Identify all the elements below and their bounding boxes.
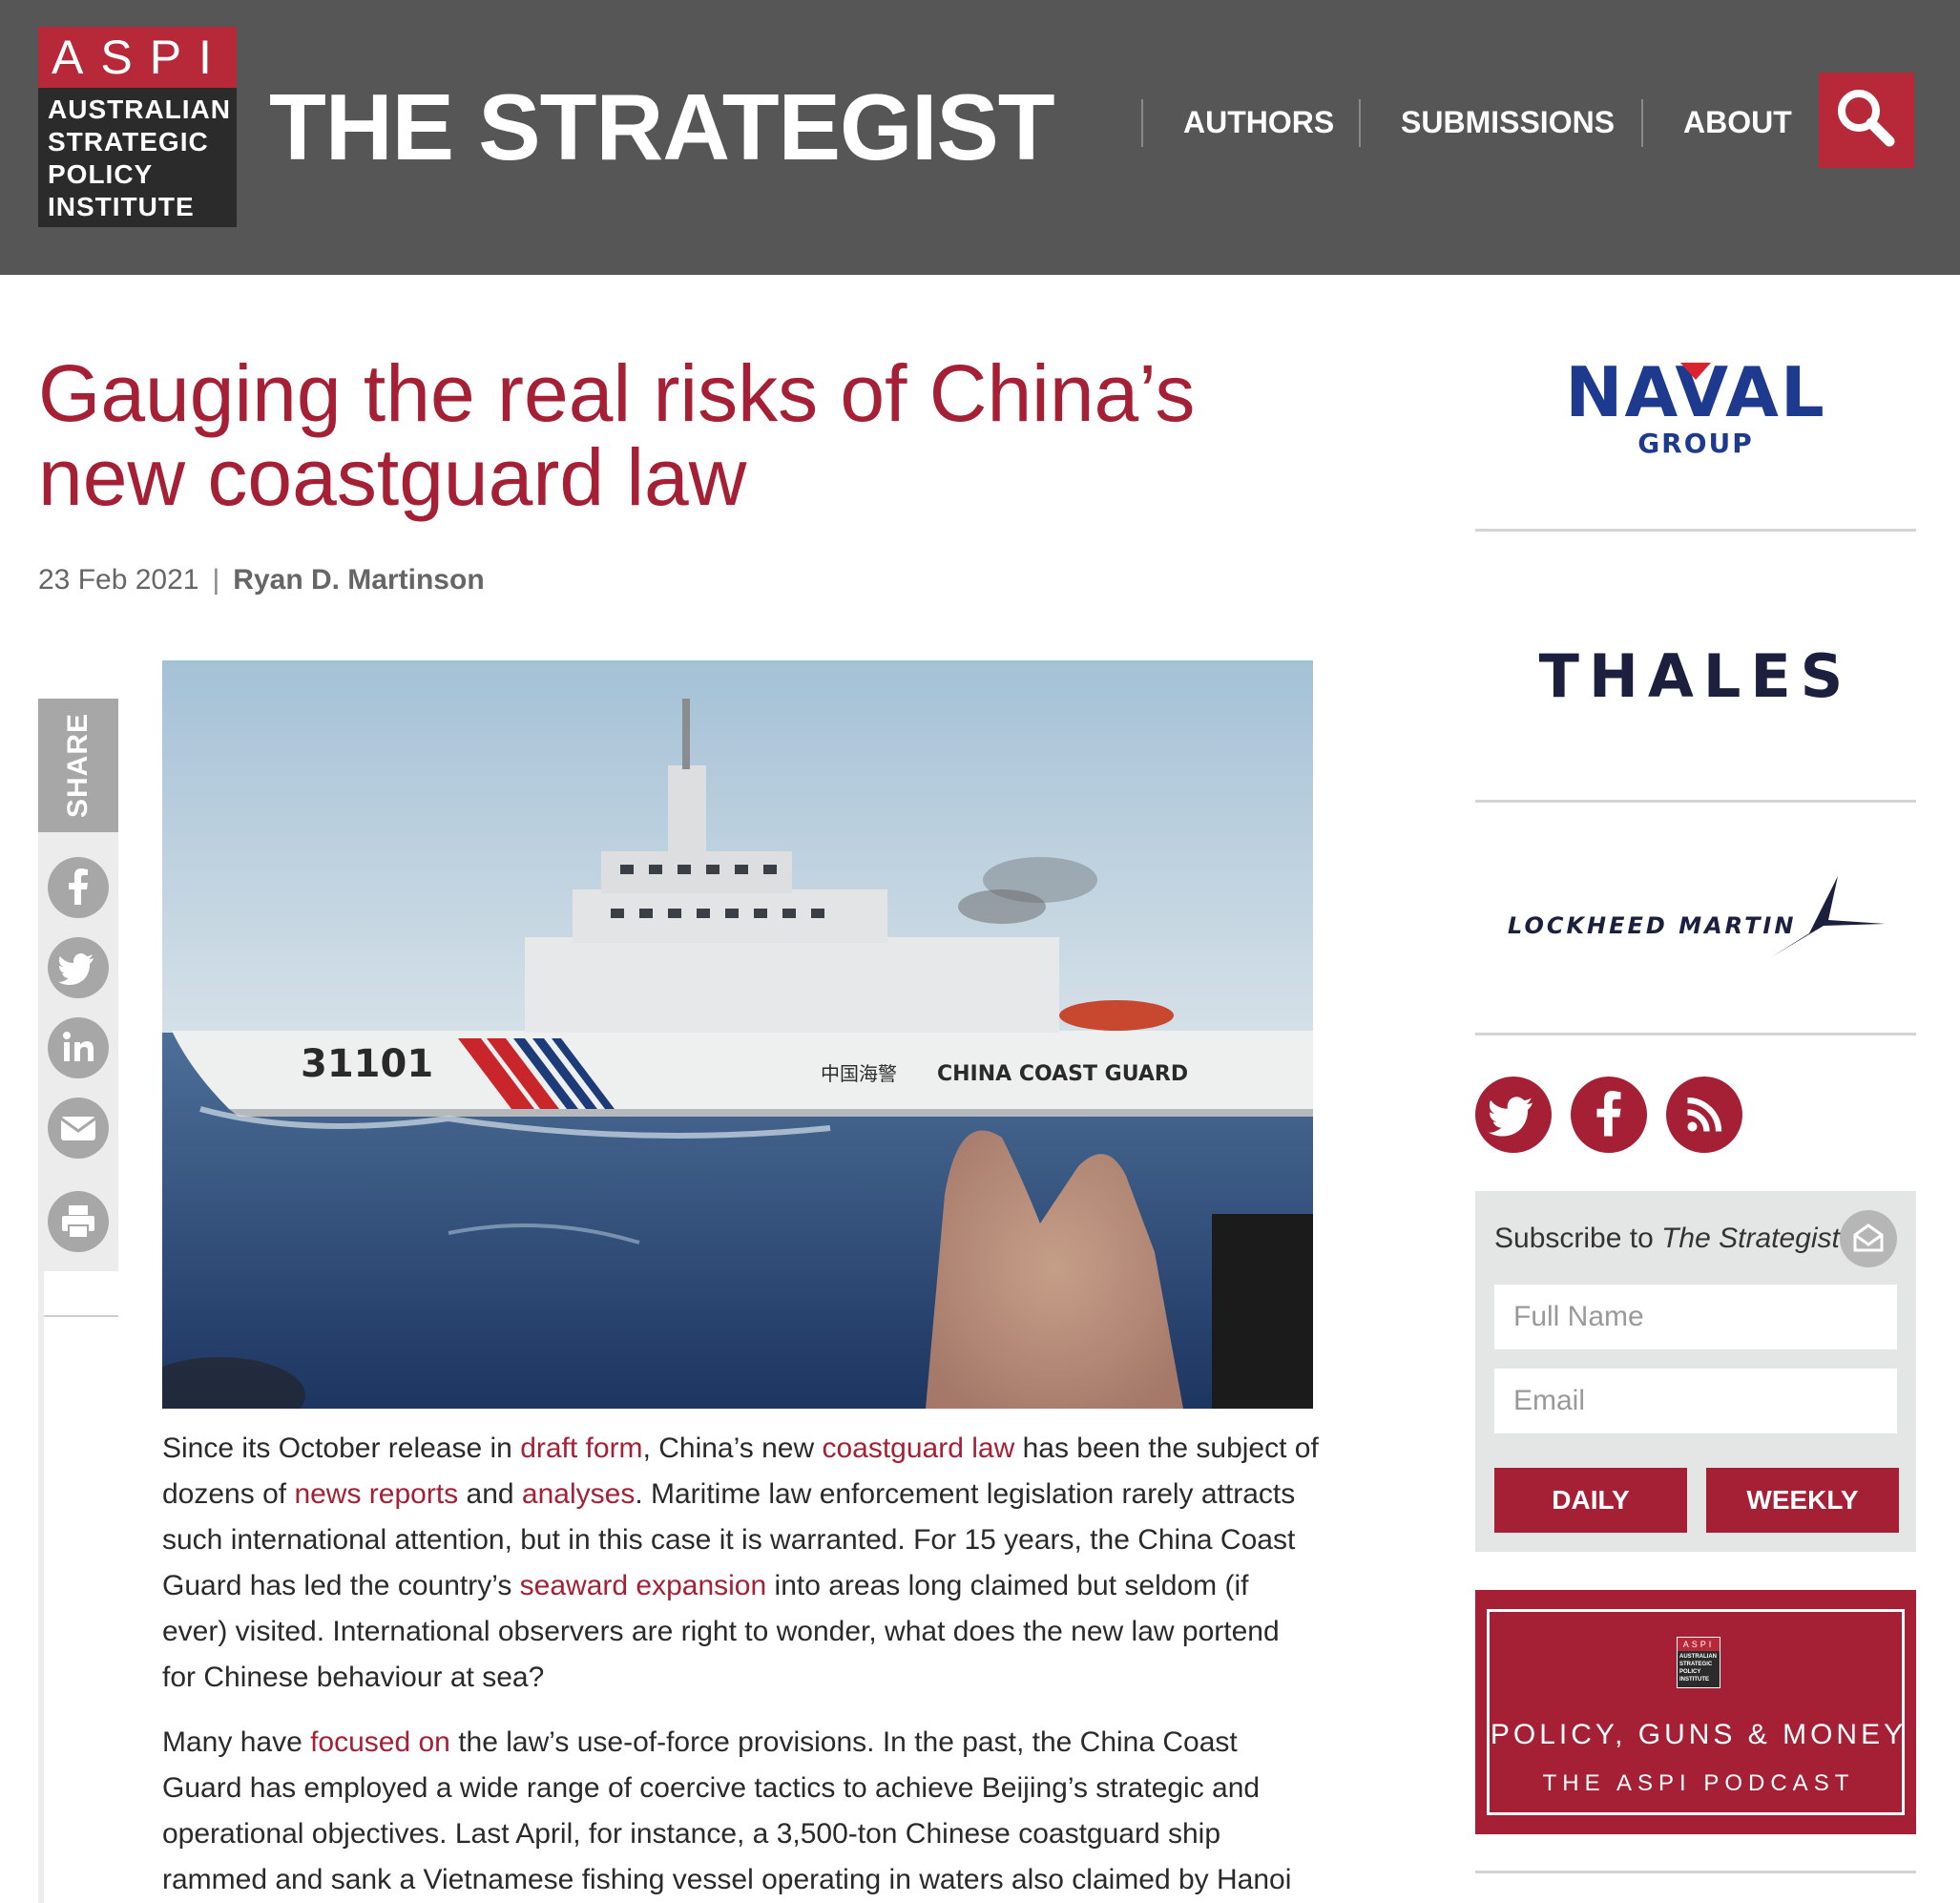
twitter-icon xyxy=(57,953,94,985)
follow-facebook-button[interactable] xyxy=(1571,1077,1647,1153)
nav-authors[interactable]: AUTHORS xyxy=(1183,103,1334,141)
share-facebook-button[interactable] xyxy=(48,857,109,918)
twitter-icon xyxy=(1487,1097,1533,1137)
subscribe-title: Subscribe to The Strategist xyxy=(1494,1223,1840,1254)
facebook-icon xyxy=(1596,1091,1621,1137)
article-author[interactable]: Ryan D. Martinson xyxy=(233,564,484,596)
hull-name-text: CHINA COAST GUARD xyxy=(937,1062,1188,1086)
svg-text:THALES: THALES xyxy=(1539,641,1853,711)
email-input[interactable] xyxy=(1494,1369,1897,1433)
subscribe-daily-button[interactable]: DAILY xyxy=(1494,1468,1687,1533)
sidebar-divider xyxy=(1475,1033,1916,1035)
full-name-input[interactable] xyxy=(1494,1285,1897,1349)
hull-chinese-text: 中国海警 xyxy=(821,1062,897,1085)
rss-icon xyxy=(1687,1097,1722,1132)
email-icon xyxy=(60,1117,96,1140)
svg-text:LOCKHEED MARTIN: LOCKHEED MARTIN xyxy=(1508,912,1796,939)
aspi-logo-wordmark: ASPI xyxy=(38,27,237,88)
nav-divider xyxy=(1641,99,1643,147)
share-email-button[interactable] xyxy=(48,1098,109,1159)
subscribe-box: Subscribe to The Strategist DAILY WEEKLY xyxy=(1475,1191,1916,1552)
ad-lockheed-martin[interactable]: LOCKHEED MARTIN xyxy=(1475,867,1916,972)
nav-divider xyxy=(1359,99,1361,147)
share-divider xyxy=(38,1315,118,1317)
lockheed-martin-logo: LOCKHEED MARTIN xyxy=(1508,876,1886,957)
aspi-logo[interactable]: ASPI AUSTRALIAN STRATEGIC POLICY INSTITU… xyxy=(38,27,237,227)
podcast-title: POLICY, GUNS & MONEY xyxy=(1490,1719,1908,1750)
podcast-frame: ASPI AUSTRALIAN STRATEGIC POLICY INSTITU… xyxy=(1487,1609,1905,1815)
rss-feed-button[interactable] xyxy=(1666,1077,1742,1153)
follow-twitter-button[interactable] xyxy=(1475,1077,1552,1153)
facebook-icon xyxy=(69,868,88,905)
ad-thales[interactable]: THALES xyxy=(1475,628,1916,723)
sidebar-social xyxy=(1475,1077,1916,1153)
sidebar-divider xyxy=(1475,1871,1916,1873)
ad-naval-group[interactable]: NAVAL GROUP xyxy=(1475,351,1916,466)
nav-about[interactable]: ABOUT xyxy=(1683,103,1792,141)
linkedin-icon xyxy=(63,1032,94,1061)
aspi-logo-fullname: AUSTRALIAN STRATEGIC POLICY INSTITUTE xyxy=(48,94,231,221)
sidebar-divider xyxy=(1475,800,1916,803)
link-analyses[interactable]: analyses xyxy=(522,1478,635,1510)
podcast-banner[interactable]: ASPI AUSTRALIAN STRATEGIC POLICY INSTITU… xyxy=(1475,1590,1916,1834)
sidebar-divider xyxy=(1475,529,1916,532)
subscribe-weekly-button[interactable]: WEEKLY xyxy=(1706,1468,1899,1533)
share-linkedin-button[interactable] xyxy=(48,1017,109,1078)
thales-logo: THALES xyxy=(1539,641,1853,711)
search-icon xyxy=(1838,90,1895,147)
svg-text:GROUP: GROUP xyxy=(1637,428,1754,459)
link-news-reports[interactable]: news reports xyxy=(294,1478,458,1510)
share-label: SHARE xyxy=(38,699,118,832)
nav-submissions[interactable]: SUBMISSIONS xyxy=(1401,103,1615,141)
article-body: Since its October release in draft form,… xyxy=(162,1426,1319,1903)
hull-number: 31101 xyxy=(301,1042,433,1086)
byline-separator: | xyxy=(212,564,220,596)
podcast-aspi-logo: ASPI AUSTRALIAN STRATEGIC POLICY INSTITU… xyxy=(1677,1637,1720,1688)
article-headline: Gauging the real risks of China’s new co… xyxy=(38,348,1196,522)
article-paragraph-1: Since its October release in draft form,… xyxy=(162,1432,1319,1693)
site-header: ASPI AUSTRALIAN STRATEGIC POLICY INSTITU… xyxy=(0,0,1960,275)
share-rail: SHARE xyxy=(38,699,118,1903)
naval-group-logo: NAVAL GROUP xyxy=(1565,352,1824,459)
coast-guard-ship-photo: 31101 中国海警 CHINA COAST GUARD xyxy=(162,660,1313,1409)
subscribe-envelope-icon xyxy=(1840,1210,1897,1267)
link-coastguard-law[interactable]: coastguard law xyxy=(822,1432,1014,1464)
link-seaward-expansion[interactable]: seaward expansion xyxy=(520,1570,767,1601)
podcast-subtitle: THE ASPI PODCAST xyxy=(1542,1770,1855,1796)
search-button[interactable] xyxy=(1819,73,1914,168)
article-date: 23 Feb 2021 xyxy=(38,564,199,596)
site-title[interactable]: THE STRATEGIST xyxy=(269,74,1055,179)
print-icon xyxy=(62,1205,94,1239)
share-print-button[interactable] xyxy=(48,1191,109,1252)
link-focused-on[interactable]: focused on xyxy=(310,1726,450,1758)
share-buttons xyxy=(38,832,118,1317)
article-byline: 23 Feb 2021 | Ryan D. Martinson xyxy=(38,561,485,599)
share-rail-line xyxy=(38,1265,44,1903)
share-twitter-button[interactable] xyxy=(48,937,109,998)
link-draft-form[interactable]: draft form xyxy=(520,1432,642,1464)
nav-divider xyxy=(1141,99,1143,147)
article-paragraph-2: Many have focused on the law’s use-of-fo… xyxy=(162,1726,1292,1895)
hero-image: 31101 中国海警 CHINA COAST GUARD xyxy=(162,660,1313,1409)
